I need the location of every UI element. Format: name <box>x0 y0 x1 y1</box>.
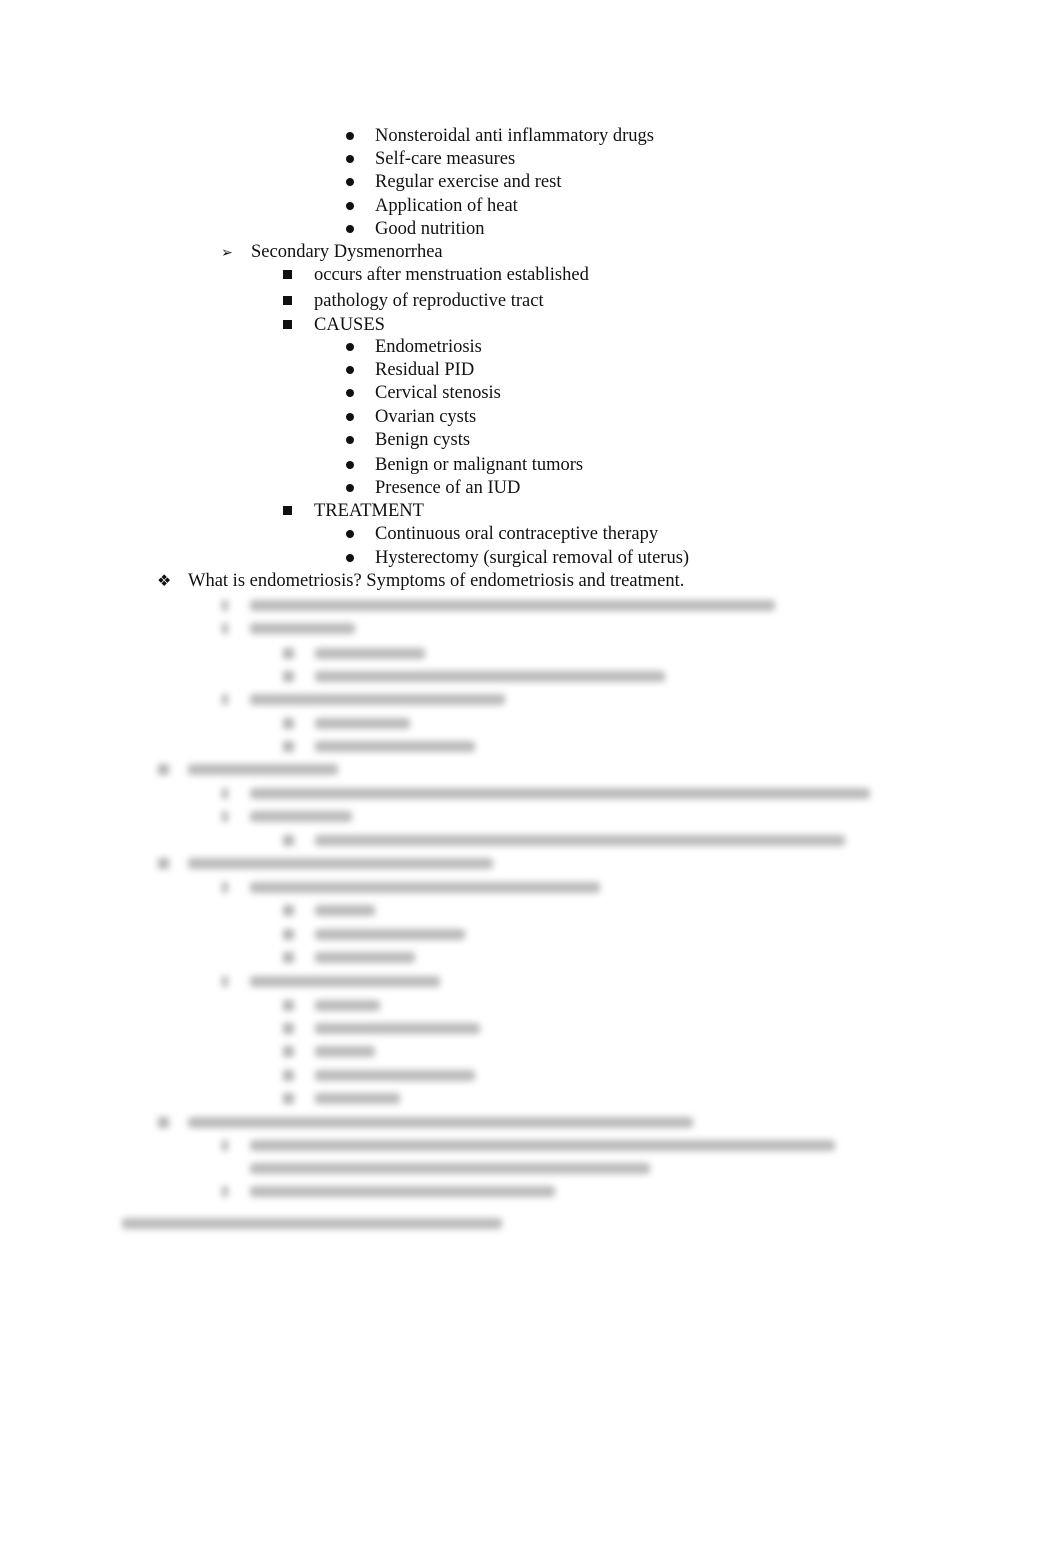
blurred-line <box>315 671 665 682</box>
blurred-line <box>188 764 338 775</box>
blurred-marker <box>283 905 294 916</box>
blurred-marker <box>283 835 294 846</box>
blurred-line <box>188 858 493 869</box>
bullet-dot-icon <box>346 225 354 233</box>
blurred-line <box>250 882 600 893</box>
bullet-dot-icon <box>346 530 354 538</box>
blurred-marker <box>283 952 294 963</box>
blurred-line <box>315 929 465 940</box>
blurred-line <box>250 788 870 799</box>
blurred-line <box>315 952 415 963</box>
blurred-line <box>250 600 775 611</box>
list-item-text: Continuous oral contraceptive therapy <box>375 524 659 544</box>
bullet-dot-icon <box>346 343 354 351</box>
bullet-diamond-icon: ❖ <box>157 571 172 590</box>
blurred-marker <box>283 648 294 659</box>
blurred-marker <box>283 929 294 940</box>
blurred-marker <box>222 1186 228 1197</box>
blurred-line <box>250 976 440 987</box>
list-item-text: Benign or malignant tumors <box>375 455 584 475</box>
list-item-text: Self-care measures <box>375 149 516 169</box>
blurred-marker <box>222 882 228 893</box>
list-item-text: TREATMENT <box>314 501 424 521</box>
blurred-marker <box>222 976 228 987</box>
list-item-text: CAUSES <box>314 315 385 335</box>
blurred-marker <box>283 1000 294 1011</box>
list-item-text: Hysterectomy (surgical removal of uterus… <box>375 548 690 568</box>
blurred-marker <box>283 1093 294 1104</box>
list-item-text: Ovarian cysts <box>375 407 477 427</box>
list-item-text: occurs after menstruation established <box>314 265 589 285</box>
list-item-text: Endometriosis <box>375 337 482 357</box>
list-item-text: pathology of reproductive tract <box>314 291 544 311</box>
bullet-arrow-icon: ➢ <box>221 245 233 261</box>
blurred-line <box>315 1023 480 1034</box>
blurred-marker <box>283 741 294 752</box>
blurred-line <box>250 811 352 822</box>
list-item-text: What is endometriosis? Symptoms of endom… <box>188 571 685 591</box>
bullet-dot-icon <box>346 366 354 374</box>
bullet-square-icon <box>283 270 292 279</box>
blurred-marker <box>283 718 294 729</box>
blurred-line <box>315 1000 380 1011</box>
list-item-text: Good nutrition <box>375 219 485 239</box>
blurred-line <box>122 1218 502 1229</box>
bullet-dot-icon <box>346 461 354 469</box>
blurred-marker <box>222 694 228 705</box>
bullet-dot-icon <box>346 132 354 140</box>
blurred-marker <box>283 1070 294 1081</box>
list-item-text: Benign cysts <box>375 430 471 450</box>
blurred-line <box>250 1163 650 1174</box>
blurred-marker <box>222 600 228 611</box>
blurred-marker <box>283 1023 294 1034</box>
list-item-text: Residual PID <box>375 360 475 380</box>
blurred-line <box>315 718 410 729</box>
list-item-text: Regular exercise and rest <box>375 172 562 192</box>
list-item-text: Application of heat <box>375 196 518 216</box>
bullet-dot-icon <box>346 178 354 186</box>
bullet-dot-icon <box>346 554 354 562</box>
list-item-text: Cervical stenosis <box>375 383 501 403</box>
blurred-line <box>315 835 845 846</box>
blurred-marker <box>158 1117 169 1128</box>
bullet-dot-icon <box>346 202 354 210</box>
blurred-line <box>315 741 475 752</box>
list-item-text: Secondary Dysmenorrhea <box>251 242 443 262</box>
blurred-line <box>315 1070 475 1081</box>
blurred-marker <box>283 671 294 682</box>
list-item-text: Presence of an IUD <box>375 478 521 498</box>
blurred-marker <box>222 788 228 799</box>
bullet-square-icon <box>283 506 292 515</box>
blurred-line <box>188 1117 693 1128</box>
bullet-dot-icon <box>346 436 354 444</box>
blurred-marker <box>222 1140 228 1151</box>
blurred-marker <box>158 764 169 775</box>
bullet-square-icon <box>283 296 292 305</box>
blurred-line <box>250 1140 835 1151</box>
blurred-marker <box>222 623 228 634</box>
blurred-line <box>315 905 375 916</box>
blurred-marker <box>158 858 169 869</box>
blurred-line <box>315 1046 375 1057</box>
blurred-line <box>315 648 425 659</box>
bullet-dot-icon <box>346 484 354 492</box>
bullet-dot-icon <box>346 155 354 163</box>
blurred-line <box>250 623 355 634</box>
blurred-marker <box>222 811 228 822</box>
blurred-line <box>250 694 505 705</box>
bullet-dot-icon <box>346 413 354 421</box>
blurred-content <box>0 590 1062 1250</box>
blurred-line <box>315 1093 400 1104</box>
bullet-square-icon <box>283 320 292 329</box>
blurred-marker <box>283 1046 294 1057</box>
blurred-line <box>250 1186 555 1197</box>
bullet-dot-icon <box>346 389 354 397</box>
list-item-text: Nonsteroidal anti inflammatory drugs <box>375 126 654 146</box>
